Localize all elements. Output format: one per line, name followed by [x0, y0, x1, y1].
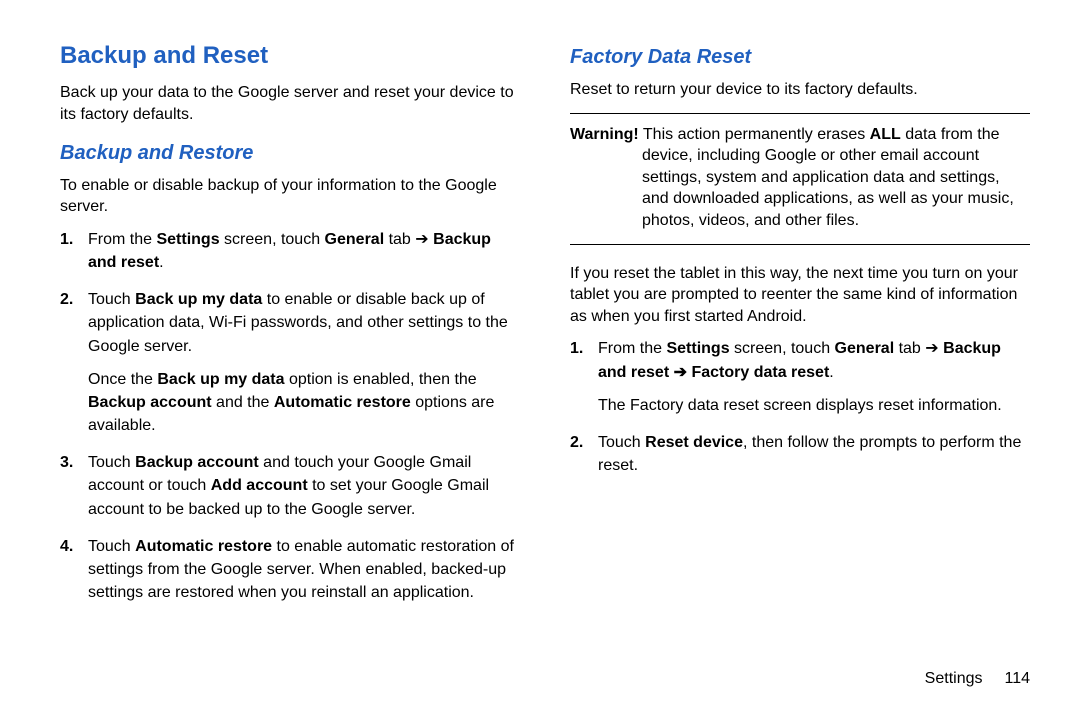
intro-right: Reset to return your device to its facto…	[570, 79, 1030, 101]
arrow-icon: ➔	[415, 231, 428, 248]
arrow-icon: ➔	[674, 364, 687, 381]
step-1: 1. From the Settings screen, touch Gener…	[88, 228, 520, 274]
steps-backup-restore: 1. From the Settings screen, touch Gener…	[60, 228, 520, 605]
bold-automatic-restore: Automatic restore	[274, 394, 411, 411]
bold-backup-my-data2: Back up my data	[157, 371, 284, 388]
step-text: Once the	[88, 371, 157, 388]
step-number: 3.	[60, 451, 73, 474]
page-content: Backup and Reset Back up your data to th…	[60, 40, 1030, 690]
intro-left: Back up your data to the Google server a…	[60, 82, 520, 125]
footer-section: Settings	[925, 670, 983, 687]
step-text: Touch	[88, 538, 135, 555]
bold-backup-account: Backup account	[135, 454, 259, 471]
step-text: .	[159, 254, 163, 271]
step-text: Touch	[598, 434, 645, 451]
bold-settings: Settings	[666, 340, 729, 357]
step-text: Touch	[88, 454, 135, 471]
step-1: 1. From the Settings screen, touch Gener…	[598, 337, 1030, 417]
bold-all: ALL	[870, 126, 901, 143]
bold-reset-device: Reset device	[645, 434, 743, 451]
step-text: and the	[212, 394, 274, 411]
warning-label: Warning!	[570, 126, 639, 143]
bold-factory-data-reset: Factory data reset	[687, 364, 829, 381]
step-text: tab	[894, 340, 925, 357]
left-column: Backup and Reset Back up your data to th…	[60, 40, 520, 690]
step-3: 3. Touch Backup account and touch your G…	[88, 451, 520, 521]
subheading-backup-and-restore: Backup and Restore	[60, 140, 520, 167]
step-text: .	[829, 364, 833, 381]
step-text: From the	[88, 231, 156, 248]
step-2: 2. Touch Back up my data to enable or di…	[88, 288, 520, 437]
sub-intro-left: To enable or disable backup of your info…	[60, 175, 520, 218]
step-number: 2.	[60, 288, 73, 311]
warning-text: This action permanently erases	[639, 126, 870, 143]
warning-box: Warning! This action permanently erases …	[570, 113, 1030, 245]
step-text: screen, touch	[220, 231, 325, 248]
right-column: Factory Data Reset Reset to return your …	[570, 40, 1030, 690]
bold-general: General	[325, 231, 385, 248]
bold-backup-my-data: Back up my data	[135, 291, 262, 308]
bold-settings: Settings	[156, 231, 219, 248]
bold-automatic-restore: Automatic restore	[135, 538, 272, 555]
step-subpara: The Factory data reset screen displays r…	[598, 394, 1030, 417]
step-4: 4. Touch Automatic restore to enable aut…	[88, 535, 520, 605]
step-number: 1.	[60, 228, 73, 251]
step-2: 2. Touch Reset device, then follow the p…	[598, 431, 1030, 477]
step-text: tab	[384, 231, 415, 248]
page-footer: Settings 114	[925, 668, 1030, 690]
step-text: screen, touch	[730, 340, 835, 357]
step-number: 1.	[570, 337, 583, 360]
step-text: Touch	[88, 291, 135, 308]
arrow-icon: ➔	[925, 340, 938, 357]
step-text: option is enabled, then the	[285, 371, 477, 388]
bold-add-account: Add account	[211, 477, 308, 494]
step-text: From the	[598, 340, 666, 357]
step-number: 4.	[60, 535, 73, 558]
heading-backup-and-reset: Backup and Reset	[60, 40, 520, 72]
bold-backup-account: Backup account	[88, 394, 212, 411]
steps-factory-reset: 1. From the Settings screen, touch Gener…	[570, 337, 1030, 477]
footer-page-number: 114	[1004, 670, 1030, 687]
subheading-factory-data-reset: Factory Data Reset	[570, 44, 1030, 71]
bold-general: General	[835, 340, 895, 357]
after-reset-text: If you reset the tablet in this way, the…	[570, 263, 1030, 328]
warning-body: Warning! This action permanently erases …	[570, 124, 1030, 232]
step-number: 2.	[570, 431, 583, 454]
step-subpara: Once the Back up my data option is enabl…	[88, 368, 520, 438]
